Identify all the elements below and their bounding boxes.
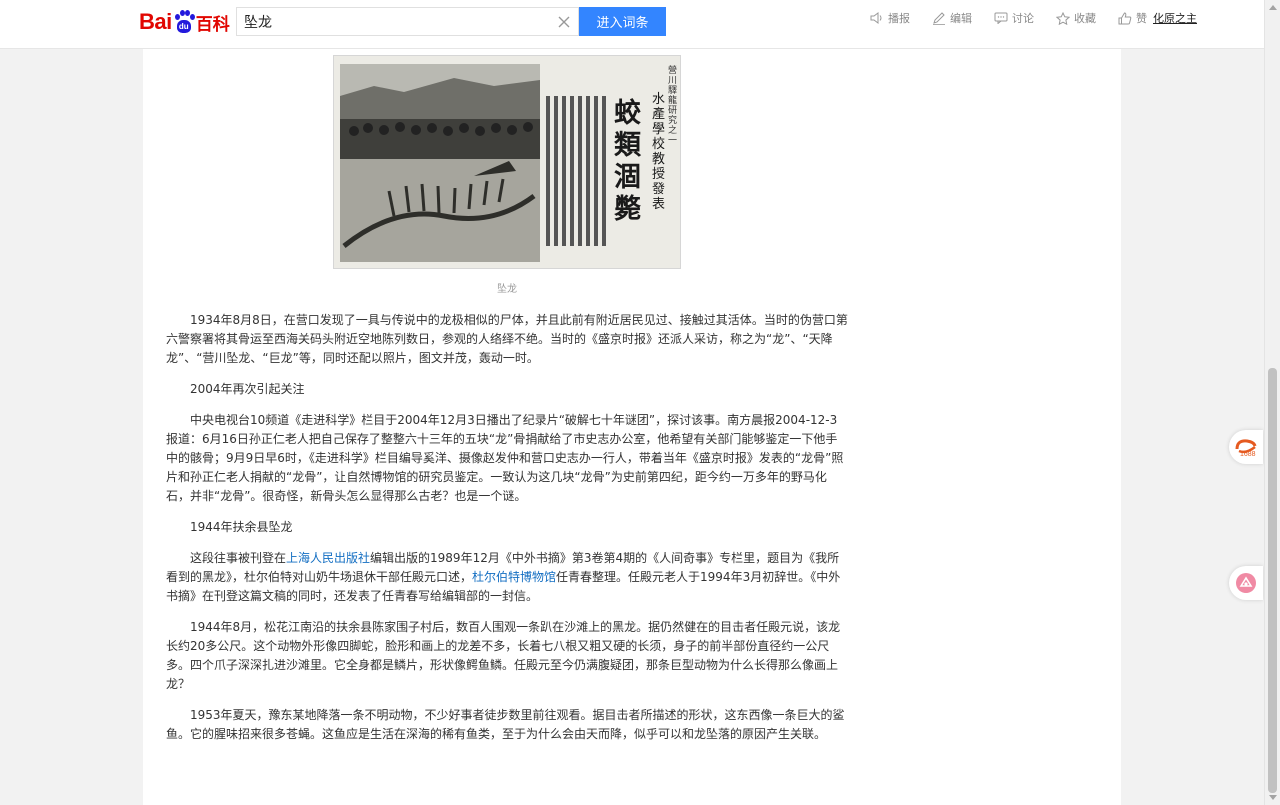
tool-edit[interactable]: 编辑 xyxy=(932,10,972,26)
headline-sub: 水產學校教授發表 xyxy=(652,92,666,212)
edit-icon xyxy=(933,11,945,25)
article-body: 1934年8月8日，在营口发现了一具与传说中的龙极相似的尸体，并且此前有附近居民… xyxy=(166,311,848,756)
thumbs-up-icon xyxy=(1118,11,1132,24)
tool-like-label: 赞 xyxy=(1136,12,1147,25)
tool-broadcast-label: 播报 xyxy=(888,12,910,25)
assistant-icon xyxy=(1236,573,1256,593)
article-content: 蛟類涸斃 水產學校教授發表 營川驛龍 研究之一 坠龙 1934年8月8日，在营口… xyxy=(143,49,1121,805)
section-heading-1944: 1944年扶余县坠龙 xyxy=(190,520,293,534)
scroll-thumb[interactable] xyxy=(1268,368,1277,793)
paragraph-1953: 1953年夏天，豫东某地降落一条不明动物，不少好事者徒步数里前往观看。据目击者所… xyxy=(166,708,845,741)
user-name-link[interactable]: 化原之主 xyxy=(1153,10,1197,26)
search-box xyxy=(236,7,579,36)
figure-caption: 坠龙 xyxy=(497,284,517,295)
logo-text-bai: Bai xyxy=(139,9,172,34)
logo-text-baike: 百科 xyxy=(195,14,230,35)
paragraph-1944-account: 1944年8月，松花江南沿的扶余县陈家围子村后，数百人围观一条趴在沙滩上的黑龙。… xyxy=(166,620,841,691)
tool-favorite-label: 收藏 xyxy=(1074,12,1096,25)
toolbar: 播报 编辑 讨论 收藏 赞 化原之主 xyxy=(870,9,1197,27)
baidu-baike-logo[interactable]: Bai du 百科 xyxy=(139,5,230,39)
paragraph-2004: 中央电视台10频道《走进科学》栏目于2004年12月3日播出了纪录片“破解七十年… xyxy=(166,413,844,503)
newspaper-photo[interactable]: 蛟類涸斃 水產學校教授發表 營川驛龍 研究之一 xyxy=(333,55,681,269)
logo-text-du: du xyxy=(176,20,191,33)
clear-icon[interactable] xyxy=(550,8,578,35)
side-widget-assistant[interactable] xyxy=(1229,566,1263,600)
headline-top: 營川驛龍 研究之一 xyxy=(668,66,678,146)
paragraph-1944-source: 这段往事被刊登在上海人民出版社编辑出版的1989年12月《中外书摘》第3卷第4期… xyxy=(166,549,848,606)
tool-edit-label: 编辑 xyxy=(950,12,972,25)
star-icon xyxy=(1056,11,1070,25)
chat-icon xyxy=(994,12,1008,24)
tool-favorite[interactable]: 收藏 xyxy=(1056,10,1096,26)
vertical-scrollbar[interactable] xyxy=(1264,0,1280,805)
scroll-up-arrow-icon[interactable] xyxy=(1269,5,1277,10)
speaker-icon xyxy=(870,12,882,24)
section-heading-2004: 2004年再次引起关注 xyxy=(190,382,305,396)
link-durbert-museum[interactable]: 杜尔伯特博物馆 xyxy=(472,570,556,584)
side-widget-1688[interactable] xyxy=(1229,430,1263,464)
paw-icon: du xyxy=(173,9,195,35)
link-shanghai-press[interactable]: 上海人民出版社 xyxy=(286,551,370,565)
scroll-down-arrow-icon[interactable] xyxy=(1269,795,1277,800)
search-input[interactable] xyxy=(237,8,550,35)
side-widget-1688-label: 1688 xyxy=(1240,451,1256,458)
enter-entry-button[interactable]: 进入词条 xyxy=(579,7,666,36)
p3-text-a: 这段往事被刊登在 xyxy=(190,551,287,565)
top-bar: Bai du 百科 进入词条 播报 编辑 讨论 收藏 xyxy=(0,0,1264,49)
tool-discuss-label: 讨论 xyxy=(1012,12,1034,25)
tool-broadcast[interactable]: 播报 xyxy=(870,10,910,26)
paragraph-1934: 1934年8月8日，在营口发现了一具与传说中的龙极相似的尸体，并且此前有附近居民… xyxy=(166,313,848,365)
tool-discuss[interactable]: 讨论 xyxy=(994,10,1034,26)
headline-big: 蛟類涸斃 xyxy=(614,98,641,225)
tool-like[interactable]: 赞 xyxy=(1118,10,1147,26)
